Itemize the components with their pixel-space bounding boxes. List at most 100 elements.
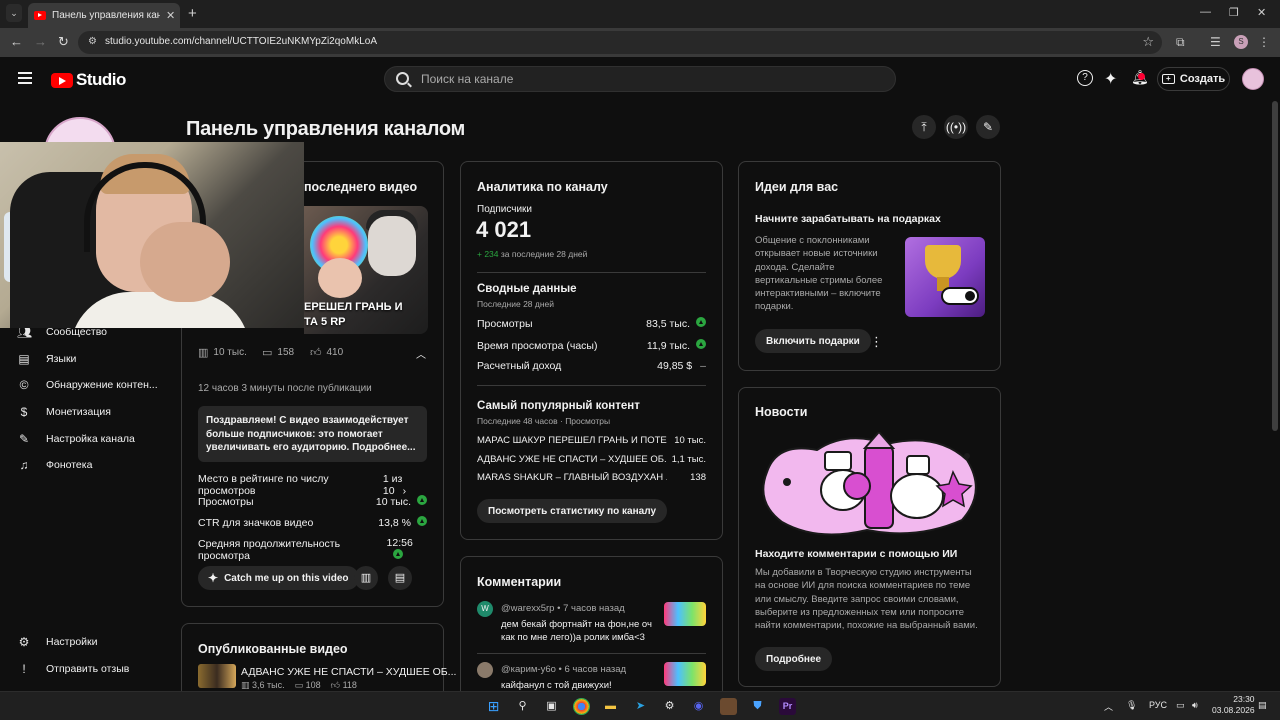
file-explorer-icon[interactable]: ▬ — [602, 698, 619, 715]
new-tab-icon[interactable]: + — [188, 5, 197, 22]
tab-close-icon[interactable]: ✕ — [166, 9, 175, 22]
settings-app-icon[interactable]: ⚙ — [661, 698, 678, 715]
address-bar[interactable]: ⚙ studio.youtube.com/channel/UCTTOIE2uNK… — [78, 31, 1162, 54]
microphone-icon[interactable]: 🎙︎ — [1126, 700, 1137, 711]
sidebar-item-audio-library[interactable]: ♫ Фонотека — [0, 453, 168, 477]
go-live-icon[interactable]: ((•)) — [944, 115, 968, 139]
news-title: Новости — [755, 405, 808, 419]
tab-search-dropdown-icon[interactable]: ⌄ — [6, 4, 22, 22]
comment-avatar[interactable] — [477, 662, 493, 678]
comment-avatar[interactable]: W — [477, 601, 493, 617]
comment-author[interactable]: @warexx5rp — [501, 603, 554, 614]
sidebar-item-feedback[interactable]: ! Отправить отзыв — [0, 657, 168, 681]
sidebar-item-settings[interactable]: ⚙ Настройки — [0, 630, 168, 654]
minimize-icon[interactable]: — — [1200, 6, 1211, 18]
popular-title: Самый популярный контент — [477, 400, 640, 412]
published-video-thumbnail[interactable] — [198, 664, 236, 688]
sidebar-item-monetization[interactable]: $ Монетизация — [0, 400, 168, 424]
feedback-icon: ! — [22, 662, 26, 676]
analytics-icon[interactable]: ▥ — [354, 566, 378, 590]
hamburger-menu-icon[interactable] — [18, 72, 32, 84]
channel-search[interactable] — [384, 66, 896, 92]
metric-row: CTR для значков видео 13,8 % — [198, 516, 427, 529]
game-app-icon[interactable] — [720, 698, 737, 715]
summary-row: Просмотры 83,5 тыс. — [477, 317, 706, 330]
browser-profile-avatar[interactable]: S — [1234, 35, 1248, 49]
premiere-pro-icon[interactable]: Pr — [779, 698, 796, 715]
shield-app-icon[interactable]: ⛊ — [749, 698, 766, 715]
learn-more-button[interactable]: Подробнее — [755, 647, 833, 671]
more-options-icon[interactable]: ⋮ — [870, 334, 883, 350]
upload-icon[interactable]: ⤒ — [912, 115, 936, 139]
thumbnail-overlay-text: ЕРЕШЕЛ ГРАНЬ И ТА 5 RP — [304, 301, 403, 328]
volume-icon[interactable]: 🔊︎ — [1192, 700, 1198, 711]
help-icon[interactable]: ? — [1077, 70, 1093, 86]
sidebar-item-languages[interactable]: ▤ Языки — [0, 347, 168, 371]
reading-list-icon[interactable]: ☰ — [1210, 35, 1221, 49]
views-stat: ▥ 10 тыс. — [198, 346, 247, 359]
comments-icon[interactable]: ▤ — [388, 566, 412, 590]
account-avatar[interactable] — [1242, 68, 1264, 90]
reload-icon[interactable]: ↻ — [58, 34, 69, 50]
metric-row[interactable]: Место в рейтинге по числу просмотров 1 и… — [198, 473, 427, 497]
studio-logo[interactable]: Studio — [51, 70, 126, 90]
divider — [477, 272, 706, 273]
extensions-icon[interactable]: ⧉ — [1176, 35, 1185, 50]
chrome-icon[interactable] — [573, 698, 590, 715]
sidebar-item-label: Языки — [46, 353, 77, 365]
sparkle-ai-icon[interactable]: ✦ — [1104, 69, 1117, 89]
ideas-subtitle: Начните зарабатывать на подарках — [755, 213, 941, 225]
summary-row: Время просмотра (часы) 11,9 тыс. — [477, 339, 706, 352]
windows-start-icon[interactable]: ⊞ — [485, 698, 502, 715]
sidebar-item-customization[interactable]: ✎ Настройка канала — [0, 427, 168, 451]
task-view-icon[interactable]: ▣ — [543, 698, 560, 715]
comment-video-thumbnail[interactable] — [664, 662, 706, 686]
subscribers-delta-row: + 234 за последние 28 дней — [477, 249, 587, 259]
system-clock[interactable]: 23:30 03.08.2026 — [1212, 694, 1255, 716]
metric-value: 1 из 10 — [382, 473, 403, 497]
news-subtitle: Находите комментарии с помощью ИИ — [755, 548, 958, 560]
enable-gifts-button[interactable]: Включить подарки — [755, 329, 871, 353]
analytics-title: Аналитика по каналу — [477, 180, 608, 194]
telegram-icon[interactable]: ➤ — [632, 698, 649, 715]
sidebar-item-label: Отправить отзыв — [46, 663, 130, 675]
subscribers-label: Подписчики — [477, 204, 533, 215]
site-info-icon[interactable]: ⚙ — [88, 36, 97, 47]
input-language[interactable]: РУС — [1149, 700, 1167, 710]
comment-icon: ▭ — [294, 680, 306, 690]
likes-value: 410 — [326, 347, 344, 358]
tray-overflow-icon[interactable]: ︿ — [1104, 700, 1113, 713]
back-icon[interactable]: ← — [10, 34, 23, 49]
browser-tab-active[interactable]: Панель управления каналом ✕ — [28, 3, 180, 28]
divider — [477, 385, 706, 386]
chevron-up-icon[interactable]: ︿ — [416, 346, 426, 361]
close-window-icon[interactable]: ✕ — [1257, 6, 1266, 19]
catch-me-up-button[interactable]: ✦ Catch me up on this video — [198, 566, 359, 590]
congrats-message[interactable]: Поздравляем! С видео взаимодействует бол… — [198, 406, 427, 462]
sidebar-item-label: Обнаружение контен... — [46, 379, 158, 391]
create-button[interactable]: + Создать — [1157, 67, 1230, 91]
comment-author[interactable]: @карим-у6о — [501, 664, 556, 675]
metric-label: Средняя продолжительность просмотра — [198, 537, 341, 562]
popular-row[interactable]: МАРАС ШАКУР ПЕРЕШЕЛ ГРАНЬ И ПОТЕ... 10 т… — [477, 435, 706, 446]
popular-row[interactable]: MARAS SHAKUR – ГЛАВНЫЙ ВОЗДУХАН ... 138 — [477, 472, 706, 483]
page-scrollbar[interactable] — [1272, 101, 1278, 431]
subscribers-period: за последние 28 дней — [500, 249, 588, 259]
network-icon[interactable]: ▭ — [1176, 700, 1185, 711]
channel-analytics-button[interactable]: Посмотреть статистику по каналу — [477, 499, 668, 523]
sidebar-item-content-detection[interactable]: © Обнаружение контен... — [0, 373, 168, 397]
forward-icon[interactable]: → — [34, 34, 47, 49]
notification-center-icon[interactable]: ▤ — [1258, 700, 1267, 711]
discord-icon[interactable]: ◉ — [690, 698, 707, 715]
popular-row[interactable]: АДВАНС УЖЕ НЕ СПАСТИ – ХУДШЕЕ ОБ... 1,1 … — [477, 454, 706, 465]
maximize-icon[interactable]: ❐ — [1229, 6, 1239, 19]
sidebar-item-label: Монетизация — [46, 406, 111, 418]
bookmark-star-icon[interactable]: ☆ — [1142, 34, 1154, 50]
browser-menu-icon[interactable]: ⋮ — [1258, 35, 1270, 49]
comments-stat: ▭ 158 — [262, 346, 294, 359]
taskbar-search-icon[interactable]: ⚲ — [514, 698, 531, 715]
comment-video-thumbnail[interactable] — [664, 602, 706, 626]
search-input[interactable] — [421, 71, 821, 87]
published-video-title[interactable]: АДВАНС УЖЕ НЕ СПАСТИ – ХУДШЕЕ ОБ... — [241, 666, 456, 678]
create-post-icon[interactable]: ✎ — [976, 115, 1000, 139]
